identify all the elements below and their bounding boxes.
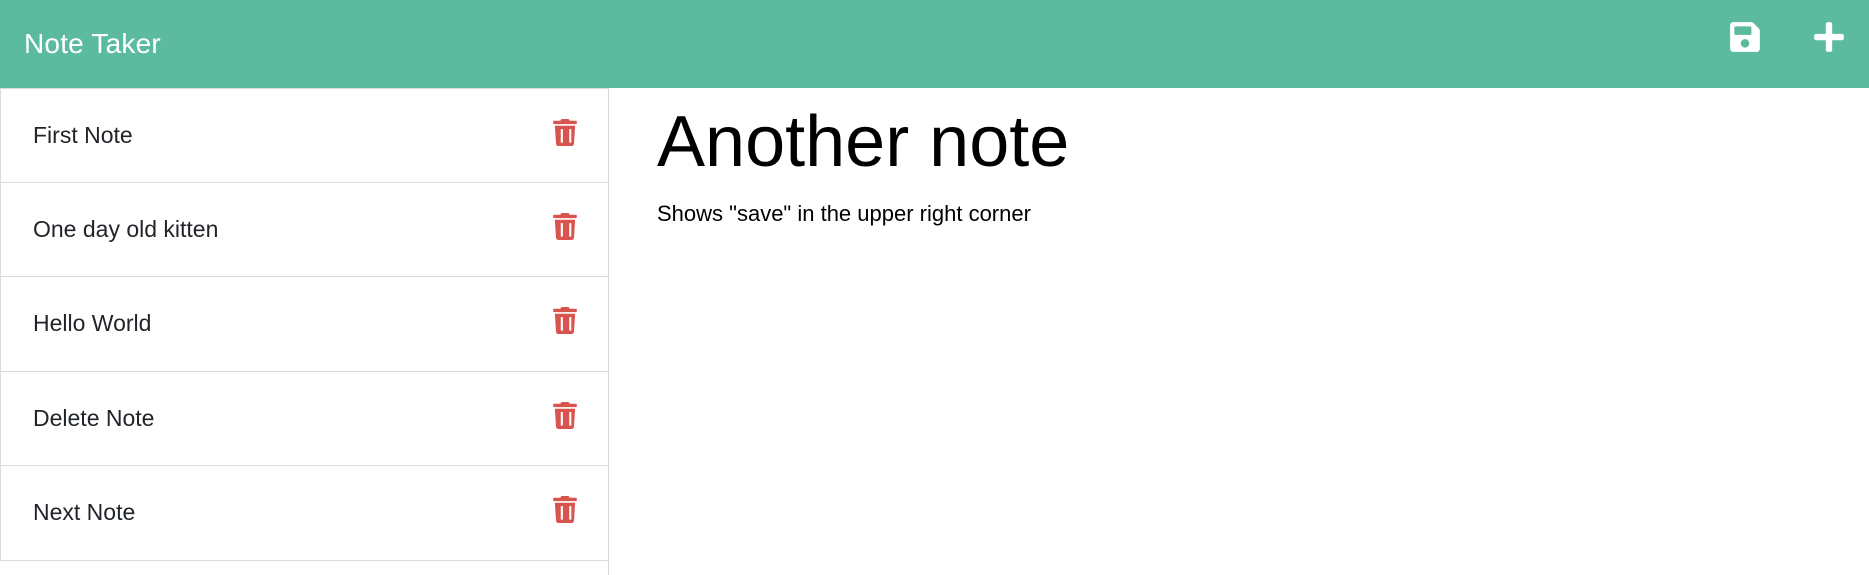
app-title[interactable]: Note Taker (24, 28, 161, 60)
trash-icon (553, 212, 577, 240)
note-text-area[interactable]: Shows "save" in the upper right corner (657, 201, 1807, 227)
note-title: First Note (33, 121, 133, 148)
nav-actions (1725, 0, 1849, 88)
trash-icon (553, 401, 577, 429)
delete-note-button[interactable] (552, 307, 578, 335)
list-item[interactable]: Hello World (0, 277, 608, 372)
list-item[interactable]: One day old kitten (0, 182, 608, 277)
trash-icon (553, 118, 577, 146)
note-title: Delete Note (33, 404, 155, 431)
note-title: One day old kitten (33, 215, 219, 242)
save-icon (1730, 22, 1760, 52)
delete-note-button[interactable] (552, 212, 578, 240)
note-title: Hello World (33, 310, 152, 337)
trash-icon (553, 307, 577, 335)
note-title: Next Note (33, 499, 136, 526)
note-title-input[interactable]: Another note (657, 102, 1807, 183)
new-note-button[interactable] (1809, 17, 1849, 57)
delete-note-button[interactable] (552, 118, 578, 146)
notes-sidebar: First Note One day old kitten Hello Worl… (0, 88, 609, 575)
delete-note-button[interactable] (552, 401, 578, 429)
list-item[interactable]: Delete Note (0, 371, 608, 466)
list-item[interactable]: Next Note (0, 466, 608, 561)
delete-note-button[interactable] (552, 496, 578, 524)
note-list: First Note One day old kitten Hello Worl… (0, 88, 608, 561)
save-note-button[interactable] (1725, 17, 1765, 57)
plus-icon (1814, 22, 1844, 52)
trash-icon (553, 496, 577, 524)
note-editor: Another note Shows "save" in the upper r… (610, 88, 1869, 575)
list-item[interactable]: First Note (0, 88, 608, 183)
navbar: Note Taker (0, 0, 1869, 88)
